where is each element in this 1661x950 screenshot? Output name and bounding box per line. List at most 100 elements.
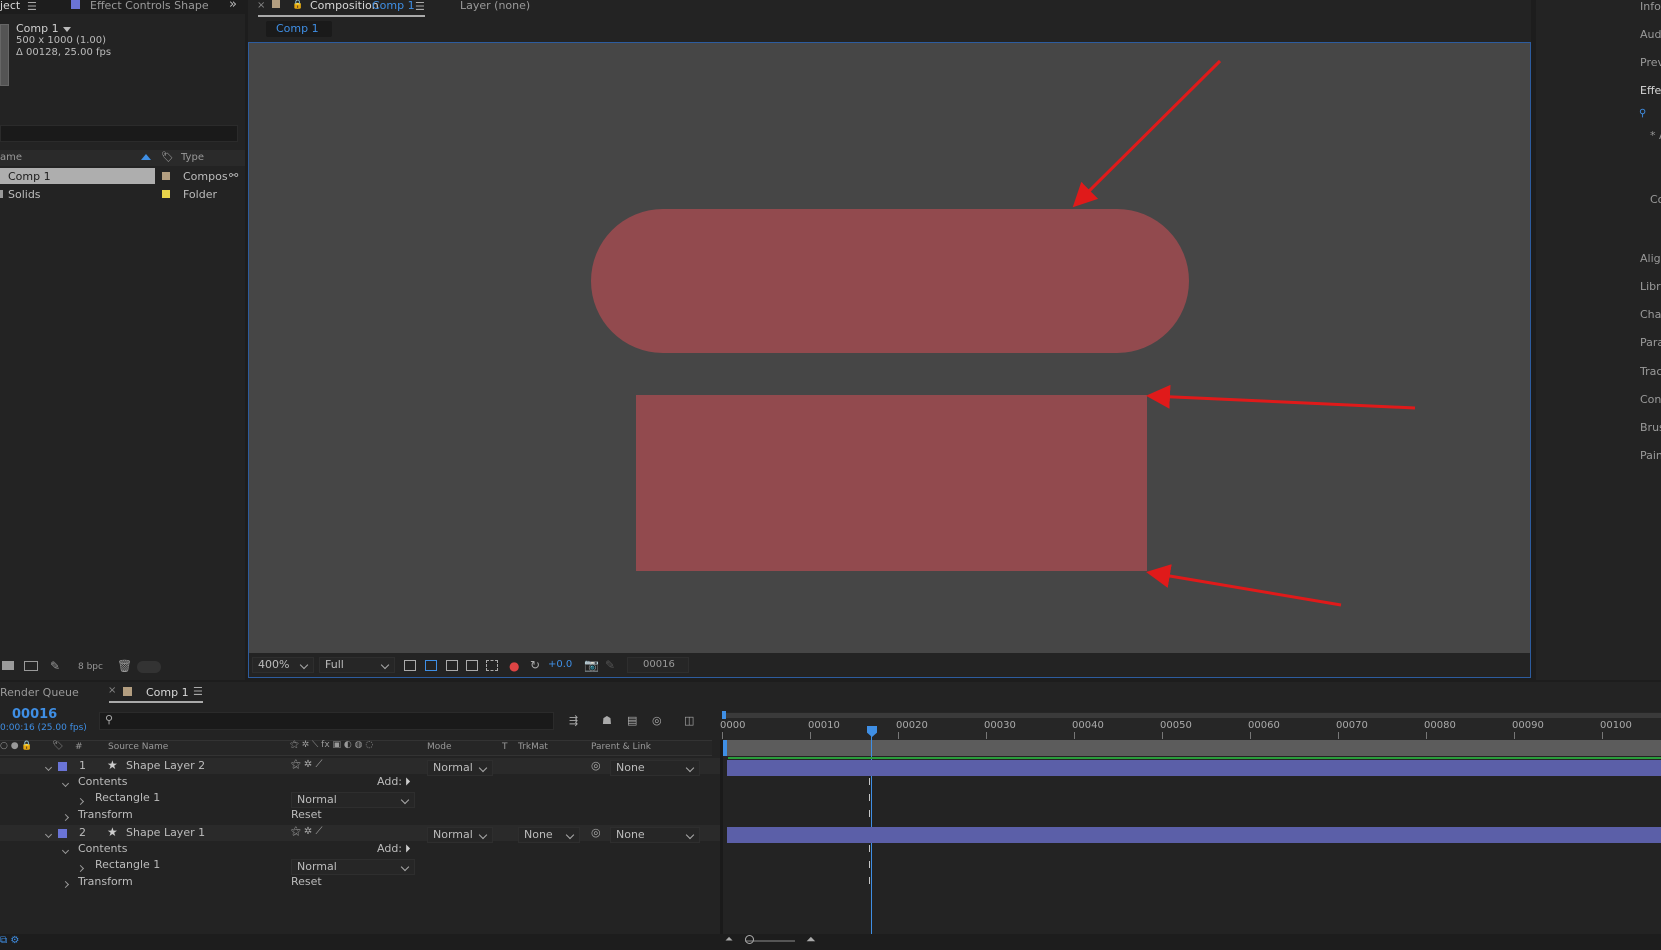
- close-icon[interactable]: ×: [108, 685, 116, 696]
- transparency-grid-icon[interactable]: [425, 660, 437, 671]
- sort-asc-icon[interactable]: [141, 154, 151, 160]
- expand-contents-2-icon[interactable]: [61, 843, 70, 856]
- layer-1-contents[interactable]: Contents: [78, 775, 127, 788]
- keyframe-marker[interactable]: I: [868, 777, 871, 788]
- keyframe-marker[interactable]: I: [868, 793, 871, 804]
- timecode-value[interactable]: 00016: [643, 659, 675, 670]
- layer-1-parent[interactable]: None: [610, 760, 700, 776]
- exposure-value[interactable]: +0.0: [548, 659, 572, 670]
- layer-1-add[interactable]: Add:: [377, 775, 402, 788]
- expand-layer-1-icon[interactable]: [44, 760, 53, 773]
- keyframe-marker[interactable]: I: [868, 860, 871, 871]
- zoom-out-icon[interactable]: ⏶: [725, 934, 733, 945]
- timeline-divider[interactable]: [720, 740, 723, 950]
- comp-viewer[interactable]: 400% Full ● ↻ +0.0 📷 ✎ 00016: [248, 42, 1531, 678]
- interpret-footage-icon[interactable]: ✎: [50, 659, 60, 673]
- tab-effect-controls[interactable]: Effect Controls Shape Lay: [90, 0, 208, 12]
- panel-paragraph[interactable]: Para: [1640, 336, 1661, 349]
- layer-2-bar[interactable]: [727, 827, 1661, 843]
- expand-contents-1-icon[interactable]: [61, 776, 70, 789]
- layer-2-name[interactable]: Shape Layer 1: [126, 826, 205, 839]
- column-num[interactable]: #: [75, 742, 83, 752]
- graph-editor-icon[interactable]: ◫: [684, 714, 694, 727]
- work-area-bar[interactable]: [724, 713, 1661, 718]
- tab-render-queue[interactable]: Render Queue: [0, 686, 79, 699]
- layer-2-contents[interactable]: Contents: [78, 842, 127, 855]
- column-type[interactable]: Type: [181, 152, 204, 163]
- comp-name[interactable]: Comp 1: [16, 22, 71, 35]
- project-search-input[interactable]: [0, 125, 238, 142]
- work-area-start-handle[interactable]: [722, 711, 726, 719]
- panel-libraries[interactable]: Libra: [1640, 280, 1661, 293]
- mask-path-icon[interactable]: [446, 660, 458, 671]
- tab-timeline-comp[interactable]: Comp 1: [146, 686, 189, 699]
- keyframe-marker[interactable]: I: [868, 844, 871, 855]
- layer-2-transform[interactable]: Transform: [78, 875, 133, 888]
- layer-2-mode[interactable]: Normal: [427, 827, 493, 843]
- work-area-start-marker[interactable]: [723, 740, 727, 756]
- bpc-button[interactable]: 8 bpc: [78, 662, 103, 672]
- layer-1-pickwhip-icon[interactable]: ◎: [591, 759, 601, 772]
- panel-align[interactable]: Align: [1640, 252, 1661, 265]
- tab-project[interactable]: ject: [0, 0, 20, 12]
- expand-rect-2-icon[interactable]: [76, 861, 85, 874]
- layer-2-rect[interactable]: Rectangle 1: [95, 858, 160, 871]
- lock-icon[interactable]: [272, 0, 280, 8]
- zoom-dropdown[interactable]: 400%: [252, 657, 314, 673]
- effects-search-icon[interactable]: ⚲: [1639, 108, 1646, 119]
- zoom-slider-thumb[interactable]: [745, 935, 754, 944]
- layer-1-reset[interactable]: Reset: [291, 808, 322, 821]
- panel-character[interactable]: Char: [1640, 308, 1661, 321]
- column-name[interactable]: ame: [0, 152, 22, 163]
- add-icon[interactable]: ⏵: [405, 775, 411, 789]
- column-mode[interactable]: Mode: [427, 742, 452, 752]
- panel-audio[interactable]: Audi: [1640, 28, 1661, 41]
- current-time[interactable]: 00016: [12, 707, 57, 722]
- layer-2-label[interactable]: [58, 829, 67, 838]
- label-column-icon[interactable]: 🏷: [52, 741, 63, 751]
- flowchart-icon[interactable]: ⚯: [229, 169, 238, 182]
- zoom-in-icon[interactable]: ⏶: [806, 932, 816, 947]
- toggle-pill[interactable]: [137, 661, 161, 673]
- panel-brushes[interactable]: Brus: [1640, 421, 1661, 434]
- expand-rect-1-icon[interactable]: [76, 794, 85, 807]
- layer-1-bar[interactable]: [727, 760, 1661, 776]
- new-folder-icon[interactable]: [2, 661, 14, 670]
- layer-2-switches[interactable]: ⚝ ✲ ⟋: [291, 826, 322, 837]
- layer-2-reset[interactable]: Reset: [291, 875, 322, 888]
- panel-info[interactable]: Info: [1640, 0, 1661, 13]
- column-trkmat[interactable]: TrkMat: [518, 742, 548, 752]
- layer-2-trkmat[interactable]: None: [518, 827, 580, 843]
- menu-icon[interactable]: ☰: [193, 685, 203, 698]
- column-parent[interactable]: Parent & Link: [591, 742, 651, 752]
- frame-blend-icon[interactable]: ▤: [627, 714, 637, 727]
- panel-overflow-icon[interactable]: »: [229, 0, 237, 12]
- show-snapshot-icon[interactable]: ✎: [605, 658, 615, 672]
- tab-composition-comp[interactable]: Comp 1: [372, 0, 415, 12]
- layer-1-mode[interactable]: Normal: [427, 760, 493, 776]
- layer-switches-toggle-icon[interactable]: ⧉ ⚙: [0, 935, 19, 946]
- fast-preview-icon[interactable]: [404, 660, 416, 671]
- channels-icon[interactable]: ●: [509, 659, 519, 673]
- panel-preview[interactable]: Prev: [1640, 56, 1661, 69]
- switches-column-icons[interactable]: ⚝ ✲ ⟍ fx ▣ ◐ ◍ ◌: [290, 740, 373, 750]
- layer-1-label[interactable]: [58, 762, 67, 771]
- reset-exposure-icon[interactable]: ↻: [530, 658, 540, 672]
- grid-icon[interactable]: [486, 660, 498, 671]
- label-tag-icon[interactable]: 🏷: [161, 152, 174, 163]
- layer-2-rect-mode[interactable]: Normal: [291, 859, 415, 875]
- layer-2-add[interactable]: Add:: [377, 842, 402, 855]
- column-source-name[interactable]: Source Name: [108, 742, 168, 752]
- motion-blur-icon[interactable]: ◎: [652, 714, 662, 727]
- close-icon[interactable]: ×: [257, 0, 265, 11]
- menu-icon[interactable]: ☰: [27, 0, 37, 13]
- comp-flowchart-icon[interactable]: ⇶: [569, 714, 578, 727]
- timeline-search-input[interactable]: [99, 712, 554, 730]
- panel-effects[interactable]: Effec: [1640, 84, 1661, 97]
- expand-transform-1-icon[interactable]: [61, 810, 70, 823]
- panel-effects-color[interactable]: Colo: [1650, 193, 1661, 206]
- column-t[interactable]: T: [502, 742, 508, 752]
- add-icon[interactable]: ⏵: [405, 842, 411, 856]
- trash-icon[interactable]: 🗑: [117, 659, 132, 673]
- tab-layer[interactable]: Layer (none): [460, 0, 530, 12]
